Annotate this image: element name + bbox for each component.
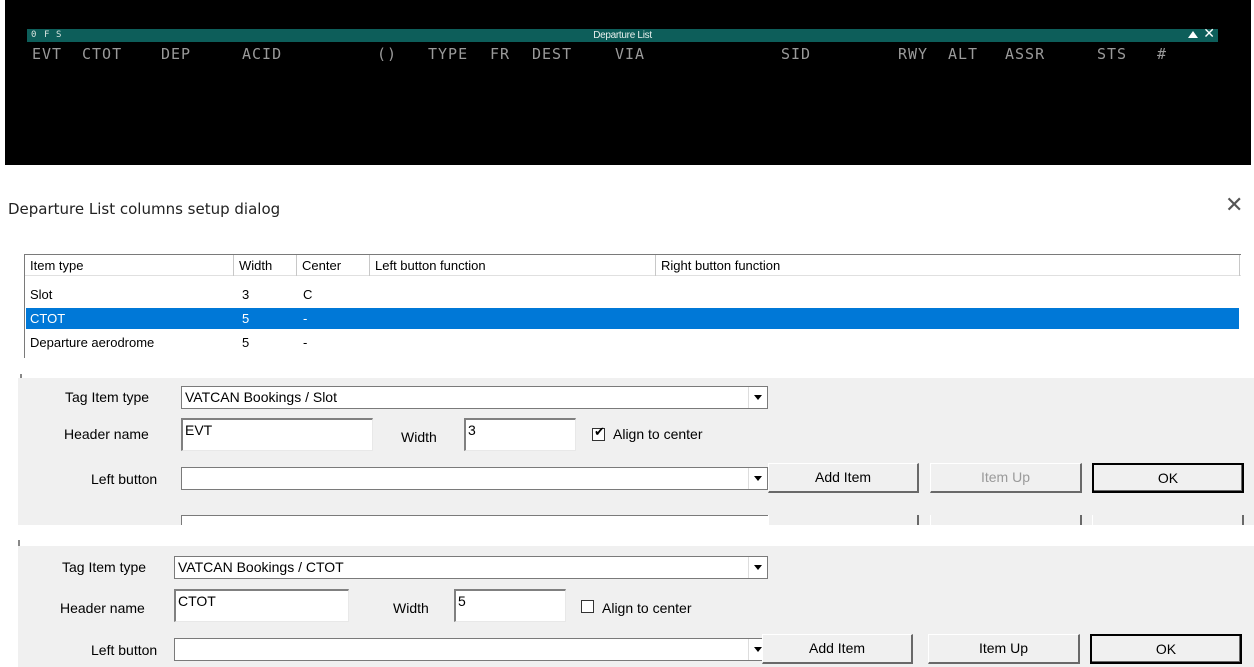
list-item[interactable]: Departure aerodrome 5 - <box>26 332 1239 353</box>
tag-item-type-label: Tag Item type <box>65 389 150 405</box>
header-count[interactable]: # <box>1157 45 1167 63</box>
list-item-width: 3 <box>242 287 250 302</box>
header-alt[interactable]: ALT <box>948 45 978 63</box>
list-item-center: - <box>303 335 308 350</box>
header-name-label: Header name <box>60 600 145 616</box>
item-up-button[interactable]: Item Up <box>928 634 1080 664</box>
width-field[interactable]: 5 <box>454 589 566 622</box>
header-rwy[interactable]: RWY <box>898 45 928 63</box>
column-header-width[interactable]: Width <box>234 255 297 276</box>
departure-list-title: Departure List <box>593 30 652 41</box>
dialog-close-icon[interactable]: ✕ <box>1225 193 1243 218</box>
item-settings-panel-ctot: Tag Item type VATCAN Bookings / CTOT Hea… <box>18 546 1254 667</box>
header-ctot[interactable]: CTOT <box>82 45 122 63</box>
list-item-width: 5 <box>242 335 250 350</box>
tag-item-type-value: VATCAN Bookings / Slot <box>185 389 337 405</box>
header-name-field[interactable]: EVT <box>181 418 373 451</box>
ok-button[interactable]: OK <box>1090 634 1242 664</box>
checkmark-icon: ✔ <box>594 425 605 440</box>
tag-item-type-value: VATCAN Bookings / CTOT <box>178 559 344 575</box>
chevron-down-icon[interactable] <box>748 387 767 408</box>
header-via[interactable]: VIA <box>615 45 645 63</box>
cropped-button <box>930 515 1082 525</box>
header-sts[interactable]: STS <box>1097 45 1127 63</box>
columns-listview[interactable]: Item type Width Center Left button funct… <box>24 254 1241 358</box>
align-center-label: Align to center <box>613 426 703 442</box>
item-settings-panel-slot: Tag Item type VATCAN Bookings / Slot Hea… <box>18 378 1254 525</box>
column-header-right-button-function[interactable]: Right button function <box>656 255 1240 276</box>
list-item-type: Departure aerodrome <box>30 335 155 350</box>
header-acid[interactable]: ACID <box>242 45 282 63</box>
width-label: Width <box>393 600 429 616</box>
tag-item-type-select[interactable]: VATCAN Bookings / CTOT <box>174 556 768 579</box>
add-item-button[interactable]: Add Item <box>762 634 913 664</box>
left-button-label: Left button <box>91 471 158 487</box>
column-header-left-button-function[interactable]: Left button function <box>370 255 656 276</box>
list-item-center: C <box>303 287 313 302</box>
left-button-label: Left button <box>91 642 158 658</box>
header-parens[interactable]: () <box>377 45 397 63</box>
header-fr[interactable]: FR <box>490 45 510 63</box>
width-field[interactable]: 3 <box>464 418 576 451</box>
header-assr[interactable]: ASSR <box>1005 45 1045 63</box>
left-button-select[interactable] <box>181 467 768 490</box>
list-item[interactable]: Slot 3 C <box>26 284 1239 305</box>
chevron-down-icon[interactable] <box>748 468 767 489</box>
list-item-type: CTOT <box>30 311 66 326</box>
departure-list-titlebar[interactable]: 0 F S Departure List ✕ <box>27 27 1218 42</box>
cropped-combo <box>181 515 768 525</box>
column-header-item-type[interactable]: Item type <box>25 255 234 276</box>
header-evt[interactable]: EVT <box>32 45 62 63</box>
minimize-up-icon[interactable] <box>1188 31 1198 38</box>
list-item-selected[interactable]: CTOT 5 - <box>26 308 1239 329</box>
header-name-label: Header name <box>64 426 149 442</box>
ok-button[interactable]: OK <box>1092 463 1244 493</box>
align-center-checkbox[interactable]: ✔ <box>592 425 605 441</box>
cropped-button <box>768 515 919 525</box>
header-dep[interactable]: DEP <box>161 45 191 63</box>
chevron-down-icon[interactable] <box>748 557 767 578</box>
departure-list-window: 0 F S Departure List ✕ EVT CTOT DEP ACID… <box>5 0 1251 165</box>
align-center-label: Align to center <box>602 600 692 616</box>
width-label: Width <box>401 429 437 445</box>
column-header-center[interactable]: Center <box>297 255 370 276</box>
add-item-button[interactable]: Add Item <box>768 463 919 493</box>
cropped-button <box>1092 515 1244 525</box>
tag-item-type-select[interactable]: VATCAN Bookings / Slot <box>181 386 768 409</box>
list-item-type: Slot <box>30 287 53 302</box>
listview-header: Item type Width Center Left button funct… <box>25 255 1241 276</box>
header-type[interactable]: TYPE <box>428 45 468 63</box>
dialog-title: Departure List columns setup dialog <box>8 200 281 218</box>
list-item-center: - <box>303 311 308 326</box>
header-dest[interactable]: DEST <box>532 45 572 63</box>
header-sid[interactable]: SID <box>781 45 811 63</box>
align-center-checkbox[interactable] <box>581 600 594 613</box>
close-icon[interactable]: ✕ <box>1203 27 1215 42</box>
tag-item-type-label: Tag Item type <box>62 559 147 575</box>
list-item-width: 5 <box>242 311 250 326</box>
item-up-button[interactable]: Item Up <box>930 463 1082 493</box>
header-name-field[interactable]: CTOT <box>174 589 349 622</box>
left-button-select[interactable] <box>174 638 768 661</box>
